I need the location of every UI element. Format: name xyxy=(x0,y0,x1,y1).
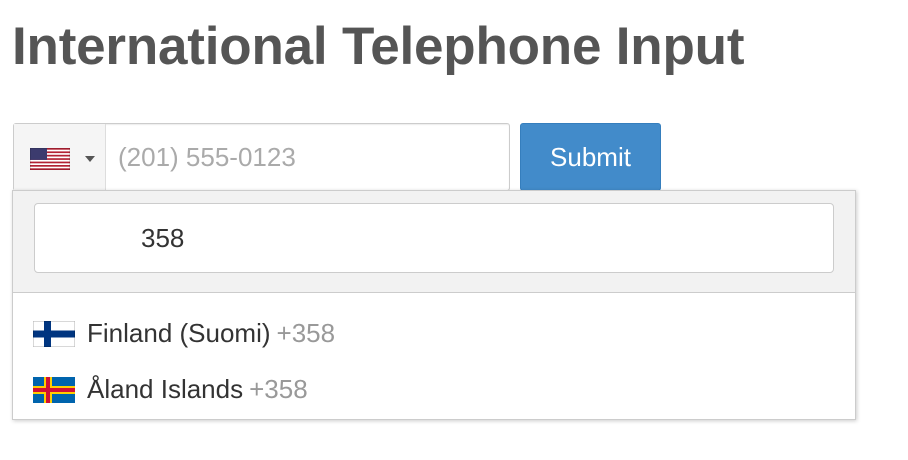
finland-flag-icon xyxy=(33,321,75,347)
country-flag-selector[interactable] xyxy=(14,124,106,190)
aland-islands-flag-icon xyxy=(33,377,75,403)
country-search-input[interactable] xyxy=(34,203,834,273)
country-search-area xyxy=(13,191,855,293)
page-title: International Telephone Input xyxy=(12,17,745,76)
us-flag-icon xyxy=(30,148,70,170)
dial-code: +358 xyxy=(276,318,336,348)
chevron-down-icon xyxy=(85,156,95,162)
country-item-finland[interactable]: Finland (Suomi) +358 xyxy=(13,305,855,361)
country-name: Finland (Suomi) xyxy=(87,318,271,348)
submit-button[interactable]: Submit xyxy=(520,123,661,191)
phone-number-input[interactable] xyxy=(106,124,509,190)
country-list: Finland (Suomi) +358 Åland Islands +358 xyxy=(13,305,855,417)
dial-code: +358 xyxy=(249,374,308,404)
country-dropdown: Finland (Suomi)+358 Åland Islands+358 xyxy=(12,190,856,420)
country-item-aland-islands[interactable]: Åland Islands +358 xyxy=(13,361,855,417)
country-name: Åland Islands xyxy=(87,374,244,404)
phone-input-group xyxy=(13,123,510,191)
